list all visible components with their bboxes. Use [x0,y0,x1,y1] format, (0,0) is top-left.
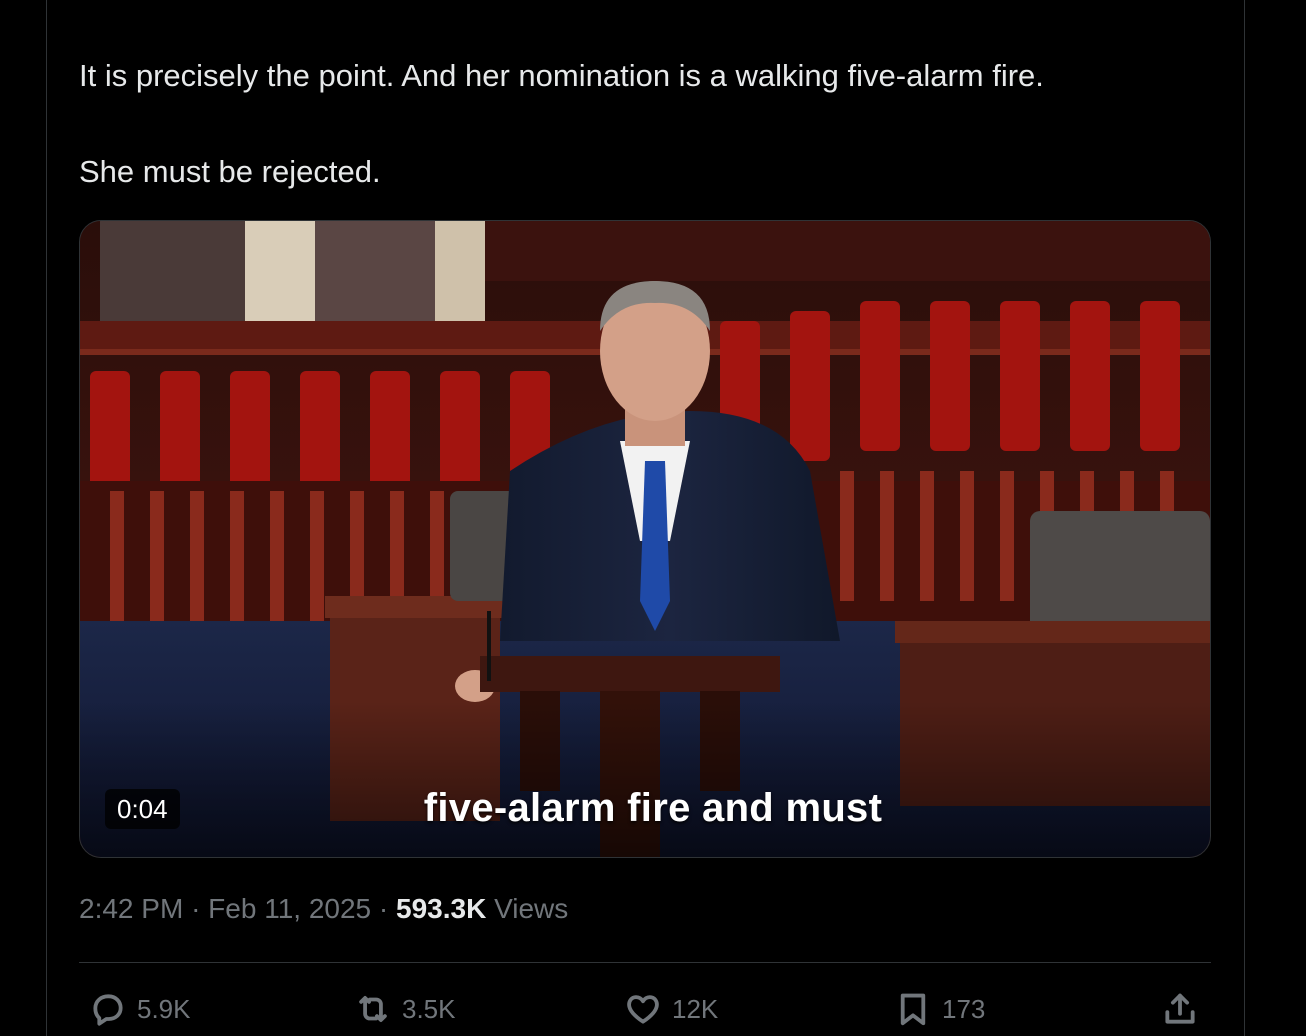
views-label: Views [494,893,569,924]
reply-count: 5.9K [137,993,191,1024]
tweet-date[interactable]: Feb 11, 2025 [208,893,371,924]
heart-icon [627,995,659,1024]
bookmark-icon [900,993,926,1026]
video-player[interactable]: 0:04 five-alarm fire and must [79,220,1211,858]
views-count: 593.3K [396,893,487,924]
like-count: 12K [672,993,719,1024]
video-frame [80,221,1210,857]
share-icon [1165,993,1195,1024]
repost-count: 3.5K [402,993,456,1024]
like-button[interactable]: 12K [624,990,718,1028]
reply-icon [93,994,123,1026]
meta-separator: · [191,893,201,924]
bookmark-button[interactable]: 173 [894,990,985,1028]
divider [79,962,1211,963]
repost-icon [359,996,387,1022]
tweet-meta: 2:42 PM · Feb 11, 2025 · 593.3K Views [79,893,568,925]
repost-button[interactable]: 3.5K [354,990,456,1028]
video-caption: five-alarm fire and must [423,786,883,830]
reply-button[interactable]: 5.9K [89,990,191,1028]
tweet-text: It is precisely the point. And her nomin… [79,56,1209,192]
action-bar: 5.9K 3.5K 12K 173 [79,990,1211,1036]
share-button[interactable] [1161,990,1199,1028]
meta-separator: · [378,893,389,924]
tweet-paragraph: It is precisely the point. And her nomin… [79,58,1044,93]
tweet-time[interactable]: 2:42 PM [79,893,183,924]
tweet-paragraph: She must be rejected. [79,154,381,189]
bookmark-count: 173 [942,993,986,1024]
